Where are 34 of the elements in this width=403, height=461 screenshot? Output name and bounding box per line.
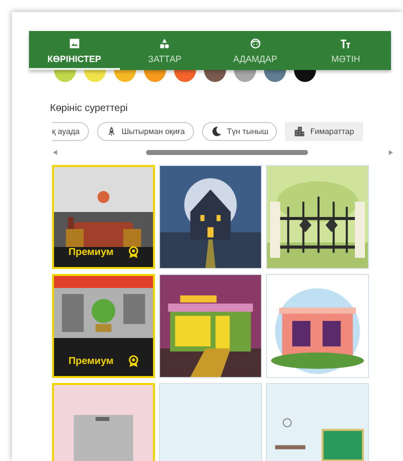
text-size-icon [340,38,352,48]
scene-tile[interactable]: Премиум [52,165,155,269]
color-swatch[interactable] [54,70,76,82]
color-swatch[interactable] [294,70,316,82]
scene-tile[interactable]: Премиум [52,274,155,378]
medal-icon [128,355,139,368]
tab[interactable]: КӨРІНІСТЕР [29,31,120,70]
face-icon [250,38,261,48]
category-chip[interactable]: Шытырман оқиға [96,122,194,141]
tab[interactable]: ЗАТТАР [120,31,210,70]
image-icon [68,38,80,48]
category-chip[interactable]: Ғимараттар [285,122,364,141]
color-swatch[interactable] [264,70,286,82]
scroll-left-icon[interactable] [53,150,58,155]
tab[interactable]: АДАМДАР [210,31,300,70]
premium-label: Премиум [68,356,114,367]
color-swatch[interactable] [114,70,136,82]
section-title: Көрініс суреттері [50,103,129,114]
scroll-right-icon[interactable] [388,150,393,155]
color-swatch[interactable] [144,70,166,82]
color-swatch[interactable] [234,70,256,82]
moon-icon [210,126,222,137]
buildings-icon [294,126,306,137]
color-swatch[interactable] [174,70,196,82]
category-chip[interactable]: Түн тыныш [202,122,278,141]
premium-label: Премиум [68,247,114,258]
shapes-icon [159,38,170,48]
category-chip[interactable]: қ ауада [52,122,89,141]
color-swatch[interactable] [204,70,226,82]
rocket-icon [106,126,117,137]
scrollbar-thumb[interactable] [146,150,308,155]
medal-icon [128,246,139,259]
color-swatch[interactable] [84,70,106,82]
tab[interactable]: МӘТІН [300,31,391,70]
